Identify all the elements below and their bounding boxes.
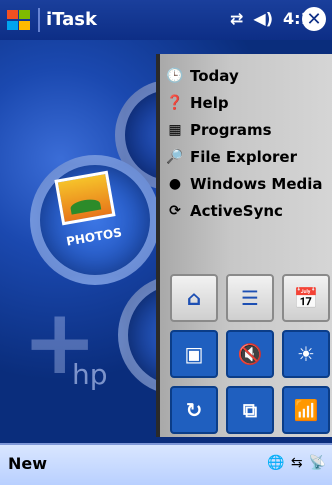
- network-icon[interactable]: 🌐: [267, 455, 284, 471]
- system-tray: 🌐 ⇆ 📡: [267, 455, 326, 471]
- menu-item-label: Programs: [190, 120, 272, 139]
- menu-item-label: ActiveSync: [190, 201, 283, 220]
- today-icon: 🕒: [166, 67, 184, 84]
- menu-item-label: File Explorer: [190, 147, 297, 166]
- connectivity-icon[interactable]: ⇄: [230, 9, 243, 28]
- wireless-icon[interactable]: 📶: [282, 386, 330, 434]
- home-person-icon[interactable]: ⌂: [170, 274, 218, 322]
- mute-icon[interactable]: 🔇: [226, 330, 274, 378]
- quick-tiles-grid: ⌂ ☰ 📅 ▣ 🔇 ☀ ↻ ⧉ 📶: [170, 274, 330, 442]
- window-swap-icon[interactable]: ⧉: [226, 386, 274, 434]
- sync-icon[interactable]: ⇆: [291, 455, 303, 471]
- start-menu-list: 🕒 Today ❓ Help ▦ Programs 🔎 File Explore…: [166, 62, 323, 224]
- title-bar: iTask ⇄ ◀︎) 4:11 ✕: [0, 0, 332, 40]
- title-separator: [38, 8, 40, 32]
- help-icon: ❓: [166, 94, 184, 111]
- menu-item-label: Help: [190, 93, 229, 112]
- menu-item-today[interactable]: 🕒 Today: [166, 62, 323, 89]
- programs-icon: ▦: [168, 121, 182, 138]
- menu-item-label: Windows Media: [190, 174, 323, 193]
- start-menu: 🕒 Today ❓ Help ▦ Programs 🔎 File Explore…: [156, 54, 332, 437]
- menu-item-file-explorer[interactable]: 🔎 File Explorer: [166, 143, 323, 170]
- activesync-icon: ⟳: [169, 202, 181, 219]
- wireless-status-icon[interactable]: 📡: [309, 455, 326, 471]
- menu-item-programs[interactable]: ▦ Programs: [166, 116, 323, 143]
- windows-media-icon: ●: [168, 175, 182, 192]
- volume-icon[interactable]: ◀︎): [253, 9, 273, 28]
- start-flag-icon[interactable]: [6, 8, 32, 32]
- bottom-bar: New 🌐 ⇆ 📡: [0, 443, 332, 485]
- contacts-icon[interactable]: ☰: [226, 274, 274, 322]
- menu-item-activesync[interactable]: ⟳ ActiveSync: [166, 197, 323, 224]
- rotate-icon[interactable]: ↻: [170, 386, 218, 434]
- photos-icon[interactable]: [54, 170, 116, 226]
- brightness-icon[interactable]: ☀: [282, 330, 330, 378]
- calendar-icon[interactable]: 📅: [282, 274, 330, 322]
- task-switch-icon[interactable]: ▣: [170, 330, 218, 378]
- menu-item-label: Today: [190, 66, 239, 85]
- file-explorer-icon: 🔎: [166, 148, 184, 165]
- menu-item-help[interactable]: ❓ Help: [166, 89, 323, 116]
- hp-logo: hp: [72, 358, 108, 391]
- window-title: iTask: [46, 9, 97, 30]
- close-icon[interactable]: ✕: [302, 7, 326, 31]
- new-button[interactable]: New: [8, 454, 47, 473]
- menu-item-windows-media[interactable]: ● Windows Media: [166, 170, 323, 197]
